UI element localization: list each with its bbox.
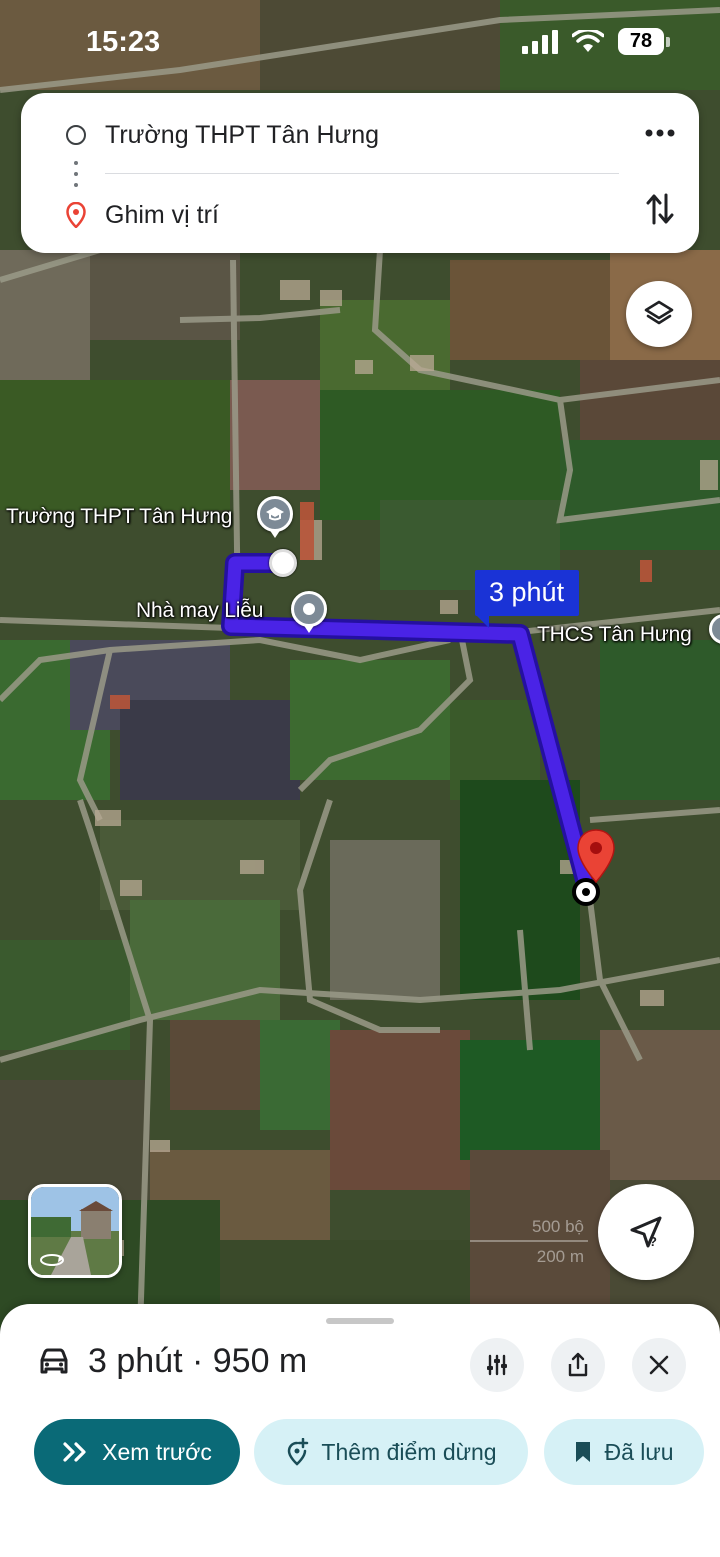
status-bar: 15:23 78 xyxy=(0,0,720,86)
origin-text: Trường THPT Tân Hưng xyxy=(105,120,380,149)
more-options-button[interactable] xyxy=(645,111,675,155)
directions-bottom-sheet: 3 phút · 950 m Xem trước Thêm điểm dừng … xyxy=(0,1304,720,1557)
map-label-tailor[interactable]: Nhà may Liễu xyxy=(136,599,263,623)
route-divider xyxy=(105,173,619,174)
destination-pin-icon xyxy=(66,202,86,228)
add-stop-button[interactable]: Thêm điểm dừng xyxy=(254,1419,528,1485)
svg-text:?: ? xyxy=(649,1234,657,1249)
map-label-school[interactable]: Trường THPT Tân Hưng xyxy=(6,505,232,529)
map-layers-button[interactable] xyxy=(626,281,692,347)
place-poi-icon[interactable] xyxy=(291,591,327,633)
status-icons: 78 xyxy=(522,28,670,55)
school-poi-icon[interactable] xyxy=(257,496,293,538)
preview-button[interactable]: Xem trước xyxy=(34,1419,240,1485)
scale-meters: 200 m xyxy=(536,1247,584,1266)
battery-icon: 78 xyxy=(618,28,670,55)
cellular-signal-icon xyxy=(522,29,558,54)
origin-field[interactable]: Trường THPT Tân Hưng xyxy=(21,105,699,165)
route-search-card: Trường THPT Tân Hưng Ghim vị trí xyxy=(21,93,699,253)
bookmark-icon xyxy=(576,1442,591,1462)
origin-circle-icon xyxy=(66,125,86,145)
map-scale: 500 bộ 200 m xyxy=(470,1214,588,1270)
tune-icon xyxy=(487,1354,507,1376)
swap-route-button[interactable] xyxy=(645,189,675,233)
rotate-360-icon xyxy=(40,1254,64,1266)
add-stop-label: Thêm điểm dừng xyxy=(321,1438,497,1465)
destination-field[interactable]: Ghim vị trí xyxy=(21,185,699,245)
navigate-button[interactable]: ? xyxy=(598,1184,694,1280)
destination-text: Ghim vị trí xyxy=(105,200,219,229)
wifi-icon xyxy=(572,29,604,52)
saved-label: Đã lưu xyxy=(604,1438,674,1465)
map-label-secondary-school[interactable]: THCS Tân Hưng xyxy=(537,623,692,647)
add-location-icon xyxy=(288,1438,309,1466)
drag-handle[interactable] xyxy=(326,1318,394,1324)
car-icon xyxy=(40,1348,68,1373)
street-view-thumbnail[interactable] xyxy=(28,1184,122,1278)
preview-label: Xem trước xyxy=(102,1438,212,1465)
layers-icon xyxy=(644,300,674,325)
route-connector-dots xyxy=(74,161,78,187)
close-button[interactable] xyxy=(632,1338,686,1392)
scale-line xyxy=(470,1240,588,1242)
route-summary: 3 phút · 950 m xyxy=(36,1342,307,1381)
maps-directions-screen: Trường THPT Tân Hưng Nhà may Liễu THCS T… xyxy=(0,0,720,1557)
swap-icon xyxy=(646,193,674,225)
route-options-button[interactable] xyxy=(470,1338,524,1392)
route-origin-marker[interactable] xyxy=(269,549,297,577)
navigation-arrow-icon: ? xyxy=(630,1216,662,1249)
double-chevron-right-icon xyxy=(63,1442,86,1462)
more-horiz-icon xyxy=(645,129,675,137)
share-button[interactable] xyxy=(551,1338,605,1392)
scale-feet: 500 bộ xyxy=(532,1217,584,1236)
share-icon xyxy=(568,1352,588,1377)
destination-pin-marker[interactable] xyxy=(576,828,616,886)
saved-button[interactable]: Đã lưu xyxy=(544,1419,704,1485)
route-time-bubble[interactable]: 3 phút xyxy=(475,570,580,616)
close-icon xyxy=(649,1355,669,1375)
status-time: 15:23 xyxy=(86,26,161,58)
route-summary-text: 3 phút · 950 m xyxy=(88,1342,308,1380)
